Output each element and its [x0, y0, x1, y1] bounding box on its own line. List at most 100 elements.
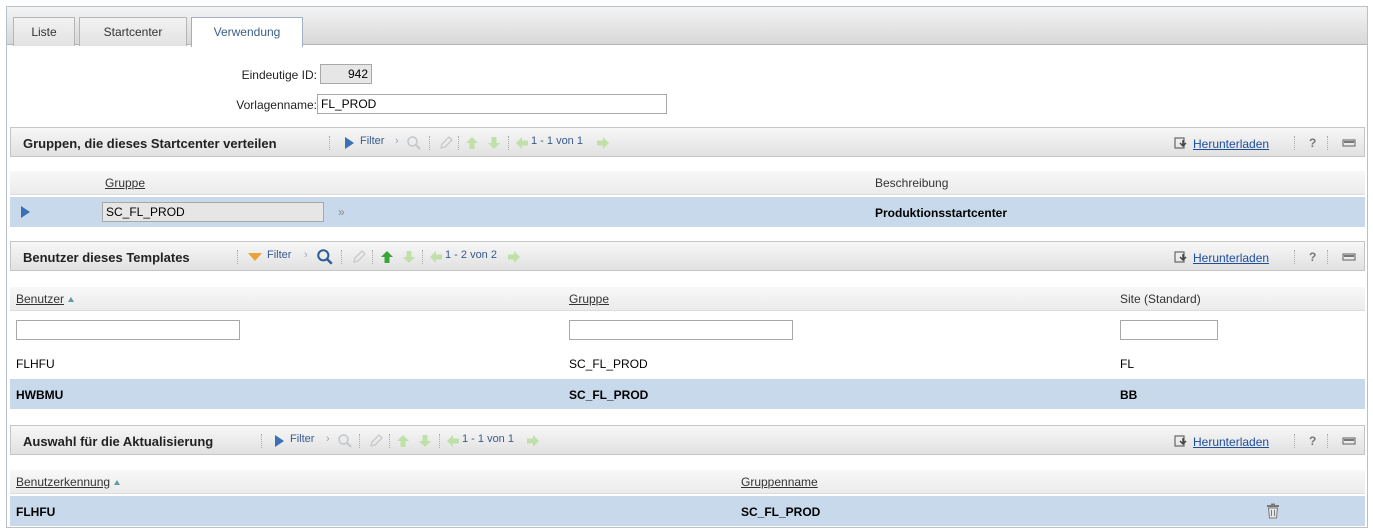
filter-icon[interactable]: [247, 249, 263, 265]
section-title: Benutzer dieses Templates: [23, 250, 190, 265]
row-arrow-icon[interactable]: [18, 204, 32, 220]
table-row[interactable]: FLHFU SC_FL_PROD FL: [10, 348, 1365, 378]
search-icon[interactable]: [406, 135, 422, 151]
separator: [1294, 434, 1295, 448]
collapse-icon[interactable]: [1341, 433, 1357, 449]
search-icon[interactable]: [337, 433, 353, 449]
filter-button[interactable]: Filter: [360, 135, 384, 147]
arrow-down-icon[interactable]: [417, 433, 433, 449]
tab-startcenter[interactable]: Startcenter: [79, 17, 187, 46]
arrow-up-icon[interactable]: [395, 433, 411, 449]
separator: [1327, 434, 1328, 448]
userid-cell: FLHFU: [16, 505, 56, 519]
users-column-header: Benutzer Gruppe Site (Standard): [10, 287, 1365, 311]
next-page-icon[interactable]: [506, 249, 522, 265]
arrow-down-icon[interactable]: [486, 135, 502, 151]
separator: [1327, 136, 1328, 150]
selection-section-header: Auswahl für die Aktualisierung Filter › …: [10, 425, 1365, 455]
separator: [329, 136, 330, 150]
col-userid[interactable]: Benutzerkennung: [16, 475, 121, 489]
filter-button[interactable]: Filter: [267, 249, 291, 261]
lookup-icon[interactable]: »: [338, 205, 345, 219]
arrow-up-icon[interactable]: [379, 249, 395, 265]
table-row[interactable]: SC_FL_PROD » Produktionsstartcenter: [10, 197, 1365, 227]
tab-liste[interactable]: Liste: [13, 17, 75, 46]
download-icon[interactable]: [1173, 249, 1189, 265]
table-row[interactable]: HWBMU SC_FL_PROD BB: [10, 379, 1365, 409]
groups-column-header: Gruppe Beschreibung: [10, 171, 1365, 195]
edit-icon[interactable]: [438, 135, 454, 151]
separator: [422, 250, 423, 264]
next-page-icon[interactable]: [525, 433, 541, 449]
description-cell: Produktionsstartcenter: [875, 206, 1008, 220]
separator: [508, 136, 509, 150]
separator: [389, 434, 390, 448]
collapse-icon[interactable]: [1341, 135, 1357, 151]
col-user[interactable]: Benutzer: [16, 292, 75, 306]
separator: [372, 250, 373, 264]
play-icon[interactable]: [271, 433, 287, 449]
group-filter-input[interactable]: [569, 320, 793, 340]
edit-icon[interactable]: [368, 433, 384, 449]
prev-page-icon[interactable]: [445, 433, 461, 449]
filter-button[interactable]: Filter: [290, 433, 314, 445]
collapse-icon[interactable]: [1341, 249, 1357, 265]
group-cell: SC_FL_PROD: [569, 388, 649, 402]
separator: [237, 250, 238, 264]
tab-bar: Liste Startcenter Verwendung: [7, 7, 1367, 47]
separator: [1294, 136, 1295, 150]
group-cell: SC_FL_PROD: [569, 357, 648, 371]
col-description: Beschreibung: [875, 176, 949, 190]
sort-asc-icon[interactable]: [114, 480, 121, 486]
chevron-right-icon: ›: [395, 135, 399, 147]
trash-icon[interactable]: [1266, 503, 1280, 519]
prev-page-icon[interactable]: [514, 135, 530, 151]
id-field: 942: [320, 64, 372, 84]
site-filter-input[interactable]: [1120, 320, 1218, 340]
help-icon[interactable]: ?: [1309, 434, 1316, 448]
chevron-right-icon: ›: [326, 433, 330, 445]
separator: [458, 136, 459, 150]
user-cell: HWBMU: [16, 388, 64, 402]
col-group[interactable]: Gruppe: [105, 176, 145, 190]
table-row[interactable]: FLHFU SC_FL_PROD: [10, 496, 1365, 526]
download-icon[interactable]: [1173, 433, 1189, 449]
help-icon[interactable]: ?: [1309, 136, 1316, 150]
users-section-header: Benutzer dieses Templates Filter › 1 - 2…: [10, 241, 1365, 271]
section-title: Auswahl für die Aktualisierung: [23, 434, 214, 449]
edit-icon[interactable]: [351, 249, 367, 265]
section-title: Gruppen, die dieses Startcenter verteile…: [23, 136, 277, 151]
separator: [341, 250, 342, 264]
tab-verwendung[interactable]: Verwendung: [191, 17, 303, 47]
col-groupname[interactable]: Gruppenname: [741, 475, 818, 489]
search-icon[interactable]: [316, 248, 334, 266]
group-field[interactable]: SC_FL_PROD: [102, 202, 324, 222]
sort-asc-icon[interactable]: [68, 297, 75, 303]
paging-info: 1 - 2 von 2: [445, 249, 497, 261]
next-page-icon[interactable]: [595, 135, 611, 151]
separator: [439, 434, 440, 448]
download-link[interactable]: Herunterladen: [1193, 251, 1269, 265]
separator: [359, 434, 360, 448]
user-filter-input[interactable]: [16, 320, 240, 340]
groupname-cell: SC_FL_PROD: [741, 505, 821, 519]
separator: [1294, 250, 1295, 264]
selection-column-header: Benutzerkennung Gruppenname: [10, 470, 1365, 494]
id-label: Eindeutige ID:: [241, 68, 317, 82]
prev-page-icon[interactable]: [428, 249, 444, 265]
app-window: Liste Startcenter Verwendung Eindeutige …: [6, 6, 1368, 528]
download-link[interactable]: Herunterladen: [1193, 137, 1269, 151]
separator: [1327, 250, 1328, 264]
template-name-field[interactable]: FL_PROD: [317, 94, 667, 114]
col-site: Site (Standard): [1120, 292, 1201, 306]
play-icon[interactable]: [341, 135, 357, 151]
arrow-up-icon[interactable]: [464, 135, 480, 151]
col-group[interactable]: Gruppe: [569, 292, 609, 306]
user-cell: FLHFU: [16, 357, 55, 371]
separator: [429, 136, 430, 150]
separator: [261, 434, 262, 448]
download-link[interactable]: Herunterladen: [1193, 435, 1269, 449]
arrow-down-icon[interactable]: [401, 249, 417, 265]
download-icon[interactable]: [1173, 135, 1189, 151]
help-icon[interactable]: ?: [1309, 250, 1316, 264]
